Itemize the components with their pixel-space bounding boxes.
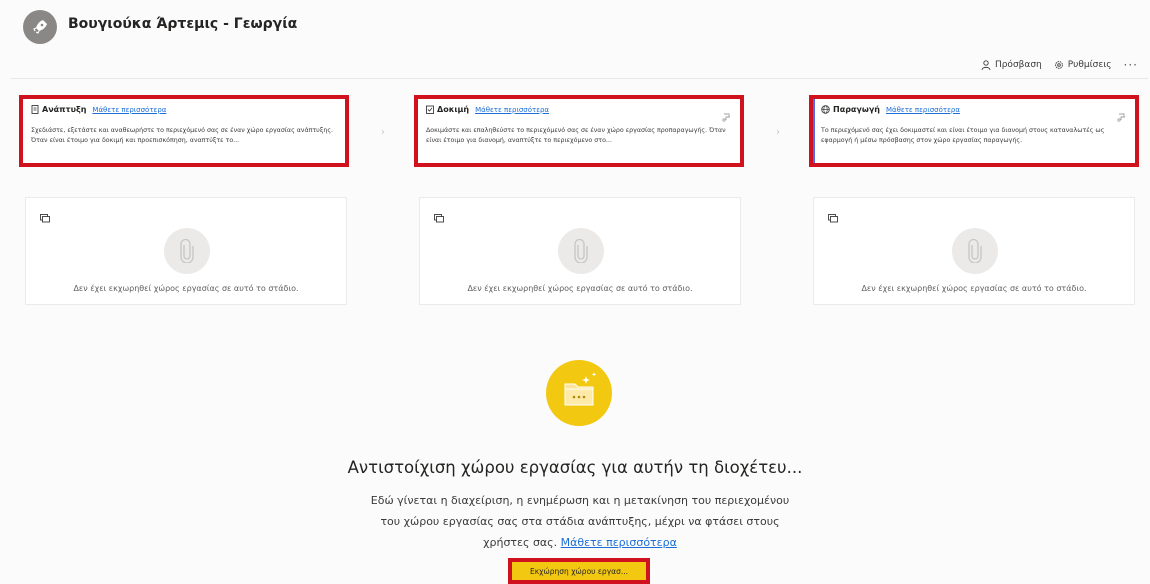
workspace-card-production: Δεν έχει εκχωρηθεί χώρος εργασίας σε αυτ… <box>813 197 1135 305</box>
more-options-button[interactable]: ··· <box>1124 58 1138 72</box>
header-divider <box>10 78 1148 79</box>
stage-description: Το περιεχόμενό σας έχει δοκιμαστεί και ε… <box>821 127 1105 144</box>
workspace-icon <box>828 208 838 227</box>
folder-illustration <box>546 360 612 426</box>
empty-workspace-text: Δεν έχει εκχωρηθεί χώρος εργασίας σε αυτ… <box>467 284 693 293</box>
rocket-icon <box>33 20 47 34</box>
paperclip-icon <box>952 228 998 274</box>
toolbar: Πρόσβαση Ρυθμίσεις ··· <box>969 58 1138 72</box>
workspace-card-test: Δεν έχει εκχωρηθεί χώρος εργασίας σε αυτ… <box>419 197 741 305</box>
learn-more-link[interactable]: Μάθετε περισσότερα <box>92 106 166 114</box>
access-button[interactable]: Πρόσβαση <box>981 60 1042 70</box>
workspace-icon <box>434 208 444 227</box>
chevron-right-icon: › <box>381 127 385 138</box>
description-line-with-link: χρήστες σας. Μάθετε περισσότερα <box>340 532 820 553</box>
stage-name: Ανάπτυξη <box>42 105 87 114</box>
folder-icon <box>564 372 597 406</box>
empty-workspace-text: Δεν έχει εκχωρηθεί χώρος εργασίας σε αυτ… <box>73 284 299 293</box>
deploy-icon[interactable] <box>1117 107 1127 126</box>
chevron-right-icon: › <box>776 127 780 138</box>
stage-card-production[interactable]: Παραγωγή Μάθετε περισσότερα Το περιεχόμε… <box>809 95 1139 167</box>
deploy-icon[interactable] <box>722 107 732 126</box>
stage-description: Δοκιμάστε και επαληθεύστε το περιεχόμενό… <box>426 127 726 144</box>
workspace-icon <box>40 208 50 227</box>
empty-state-title: Αντιστοίχιση χώρου εργασίας για αυτήν τη… <box>347 458 803 477</box>
document-icon <box>31 105 39 114</box>
person-icon <box>981 60 991 70</box>
description-line: χρήστες σας. <box>483 536 558 549</box>
workspace-card-development: Δεν έχει εκχωρηθεί χώρος εργασίας σε αυτ… <box>25 197 347 305</box>
stage-card-test[interactable]: Δοκιμή Μάθετε περισσότερα Δοκιμάστε και … <box>414 95 744 167</box>
settings-label: Ρυθμίσεις <box>1067 60 1112 70</box>
empty-state-description: Εδώ γίνεται η διαχείριση, η ενημέρωση κα… <box>340 490 820 553</box>
paperclip-icon <box>164 228 210 274</box>
pipeline-title: Βουγιούκα Άρτεμις - Γεωργία <box>68 16 298 32</box>
learn-more-link[interactable]: Μάθετε περισσότερα <box>561 536 677 549</box>
paperclip-icon <box>558 228 604 274</box>
gear-icon <box>1054 61 1063 69</box>
settings-button[interactable]: Ρυθμίσεις <box>1054 60 1112 70</box>
stage-name: Παραγωγή <box>833 105 880 114</box>
stage-card-development[interactable]: Ανάπτυξη Μάθετε περισσότερα Σχεδιάστε, ε… <box>19 95 349 167</box>
learn-more-link[interactable]: Μάθετε περισσότερα <box>886 106 960 114</box>
assign-workspace-button[interactable]: Εκχώρηση χώρου εργασ... <box>508 558 650 584</box>
description-line: του χώρου εργασίας σας στα στάδια ανάπτυ… <box>380 515 780 528</box>
stage-name: Δοκιμή <box>437 105 470 114</box>
stage-description: Σχεδιάστε, εξετάστε και αναθεωρήστε το π… <box>31 127 334 144</box>
learn-more-link[interactable]: Μάθετε περισσότερα <box>475 106 549 114</box>
empty-workspace-text: Δεν έχει εκχωρηθεί χώρος εργασίας σε αυτ… <box>861 284 1087 293</box>
pipeline-avatar <box>23 10 57 44</box>
globe-icon <box>821 105 830 114</box>
access-label: Πρόσβαση <box>994 60 1042 70</box>
description-line: Εδώ γίνεται η διαχείριση, η ενημέρωση κα… <box>370 494 790 507</box>
test-icon <box>426 105 434 114</box>
